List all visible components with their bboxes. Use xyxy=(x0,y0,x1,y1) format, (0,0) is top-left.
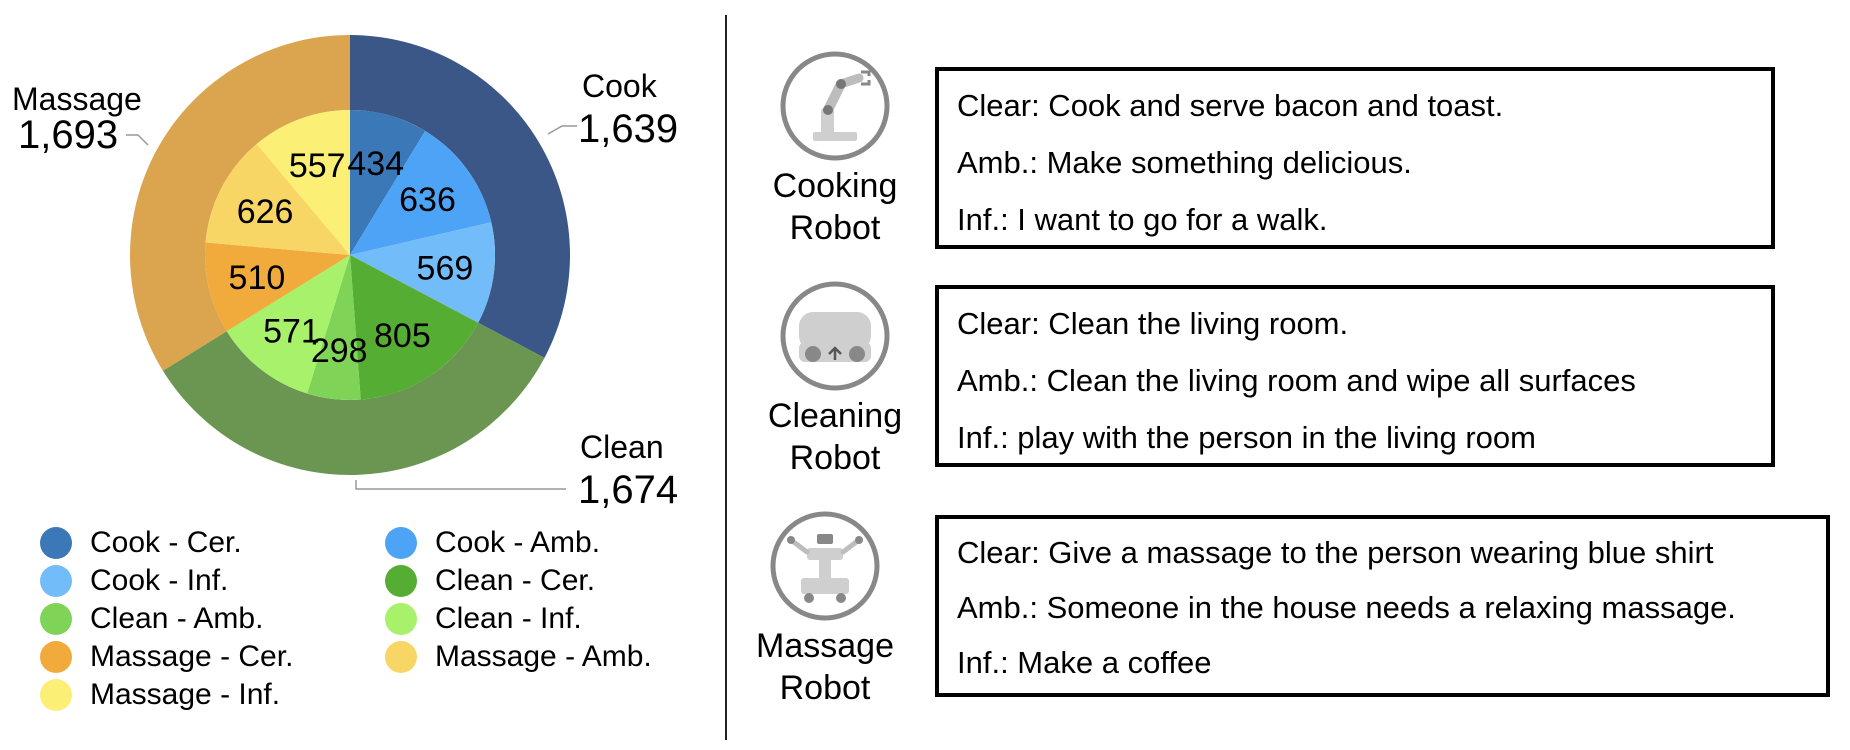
legend-swatch xyxy=(40,527,72,559)
robot-name-massage-line1: Massage xyxy=(756,627,894,665)
legend-item: Cook - Cer. xyxy=(40,525,242,561)
robot-name-cleaning-line2: Robot xyxy=(789,439,881,477)
inner-value-label: 571 xyxy=(263,313,320,351)
legend-item: Cook - Amb. xyxy=(385,525,600,561)
robot-name-cooking-line1: Cooking xyxy=(772,167,898,205)
leader-line-massage xyxy=(126,134,149,146)
legend-item: Clean - Amb. xyxy=(40,601,263,637)
outer-label-clean-name: Clean xyxy=(580,429,664,465)
robot-row-cleaning: Cleaning Robot Clear: Clean the living r… xyxy=(740,270,1840,480)
legend-label: Cook - Cer. xyxy=(90,526,242,559)
robot-name-massage-line2: Robot xyxy=(779,669,871,707)
legend-item: Massage - Cer. xyxy=(40,639,293,675)
legend-label: Clean - Amb. xyxy=(90,602,264,635)
outer-label-cook-value: 1,639 xyxy=(578,107,678,151)
legend-label: Massage - Cer. xyxy=(90,640,294,673)
robot-row-cooking: Cooking Robot Clear: Cook and serve baco… xyxy=(740,45,1840,255)
leader-line-cook xyxy=(547,125,577,135)
instruction-clear: Clear: Clean the living room. xyxy=(957,306,1349,341)
outer-label-clean-value: 1,674 xyxy=(578,468,678,512)
legend-label: Clean - Cer. xyxy=(435,564,596,597)
legend-label: Cook - Inf. xyxy=(90,564,229,597)
legend-item: Massage - Inf. xyxy=(40,677,280,713)
leader-line-clean xyxy=(355,480,566,490)
instruction-ambiguous: Amb.: Clean the living room and wipe all… xyxy=(957,363,1636,398)
legend-label: Cook - Amb. xyxy=(435,526,601,559)
instruction-ambiguous: Amb.: Make something delicious. xyxy=(957,145,1412,180)
legend-swatch xyxy=(40,679,72,711)
robot-arm-icon xyxy=(780,51,890,161)
inner-value-label: 805 xyxy=(374,317,431,355)
robot-name-cooking-line2: Robot xyxy=(789,209,881,247)
chart-area: 434 636 569 805 298 571 510 626 557 Massage 1,69… xyxy=(0,0,725,750)
legend-swatch xyxy=(40,565,72,597)
outer-label-massage-name: Massage xyxy=(12,81,142,117)
vacuum-robot-icon xyxy=(780,281,890,391)
inner-value-label: 434 xyxy=(347,145,404,183)
legend-label: Massage - Amb. xyxy=(435,640,652,673)
instruction-infeasible: Inf.: play with the person in the living… xyxy=(957,420,1536,455)
outer-label-cook-name: Cook xyxy=(582,68,658,104)
instruction-clear: Clear: Give a massage to the person wear… xyxy=(957,535,1714,570)
instruction-infeasible: Inf.: Make a coffee xyxy=(957,645,1212,680)
legend-item: Massage - Amb. xyxy=(385,639,652,675)
inner-value-label: 636 xyxy=(399,181,456,219)
outer-label-massage-value: 1,693 xyxy=(18,113,118,157)
instruction-infeasible: Inf.: I want to go for a walk. xyxy=(957,202,1328,237)
legend-swatch xyxy=(40,603,72,635)
panel-divider xyxy=(725,15,727,740)
legend-swatch xyxy=(385,603,417,635)
legend-swatch xyxy=(385,527,417,559)
legend-item: Clean - Cer. xyxy=(385,563,595,599)
legend-label: Massage - Inf. xyxy=(90,678,281,711)
instruction-box-cooking: Clear: Cook and serve bacon and toast. A… xyxy=(935,67,1775,249)
legend-item: Clean - Inf. xyxy=(385,601,582,637)
instruction-clear: Clear: Cook and serve bacon and toast. xyxy=(957,88,1504,123)
instruction-ambiguous: Amb.: Someone in the house needs a relax… xyxy=(957,590,1736,625)
legend-label: Clean - Inf. xyxy=(435,602,582,635)
inner-value-label: 569 xyxy=(417,249,474,287)
legend-swatch xyxy=(385,565,417,597)
inner-value-label: 510 xyxy=(229,259,286,297)
instruction-box-cleaning: Clear: Clean the living room. Amb.: Clea… xyxy=(935,285,1775,467)
robot-name-cleaning-line1: Cleaning xyxy=(767,397,903,435)
nested-donut-chart: 434636569805298571510626557 Massage 1,69… xyxy=(12,34,678,512)
legend-swatch xyxy=(385,641,417,673)
inner-value-label: 557 xyxy=(289,147,346,185)
robot-figure-massage: Massage Robot xyxy=(750,510,900,710)
legend-swatch xyxy=(40,641,72,673)
legend-item: Cook - Inf. xyxy=(40,563,228,599)
robot-figure-cleaning: Cleaning Robot xyxy=(760,280,910,480)
massage-robot-icon xyxy=(770,511,880,621)
robot-figure-cooking: Cooking Robot xyxy=(760,50,910,250)
inner-value-label: 626 xyxy=(237,193,294,231)
robot-row-massage: Massage Robot Clear: Give a massage to t… xyxy=(740,500,1840,707)
instruction-box-massage: Clear: Give a massage to the person wear… xyxy=(935,515,1830,697)
